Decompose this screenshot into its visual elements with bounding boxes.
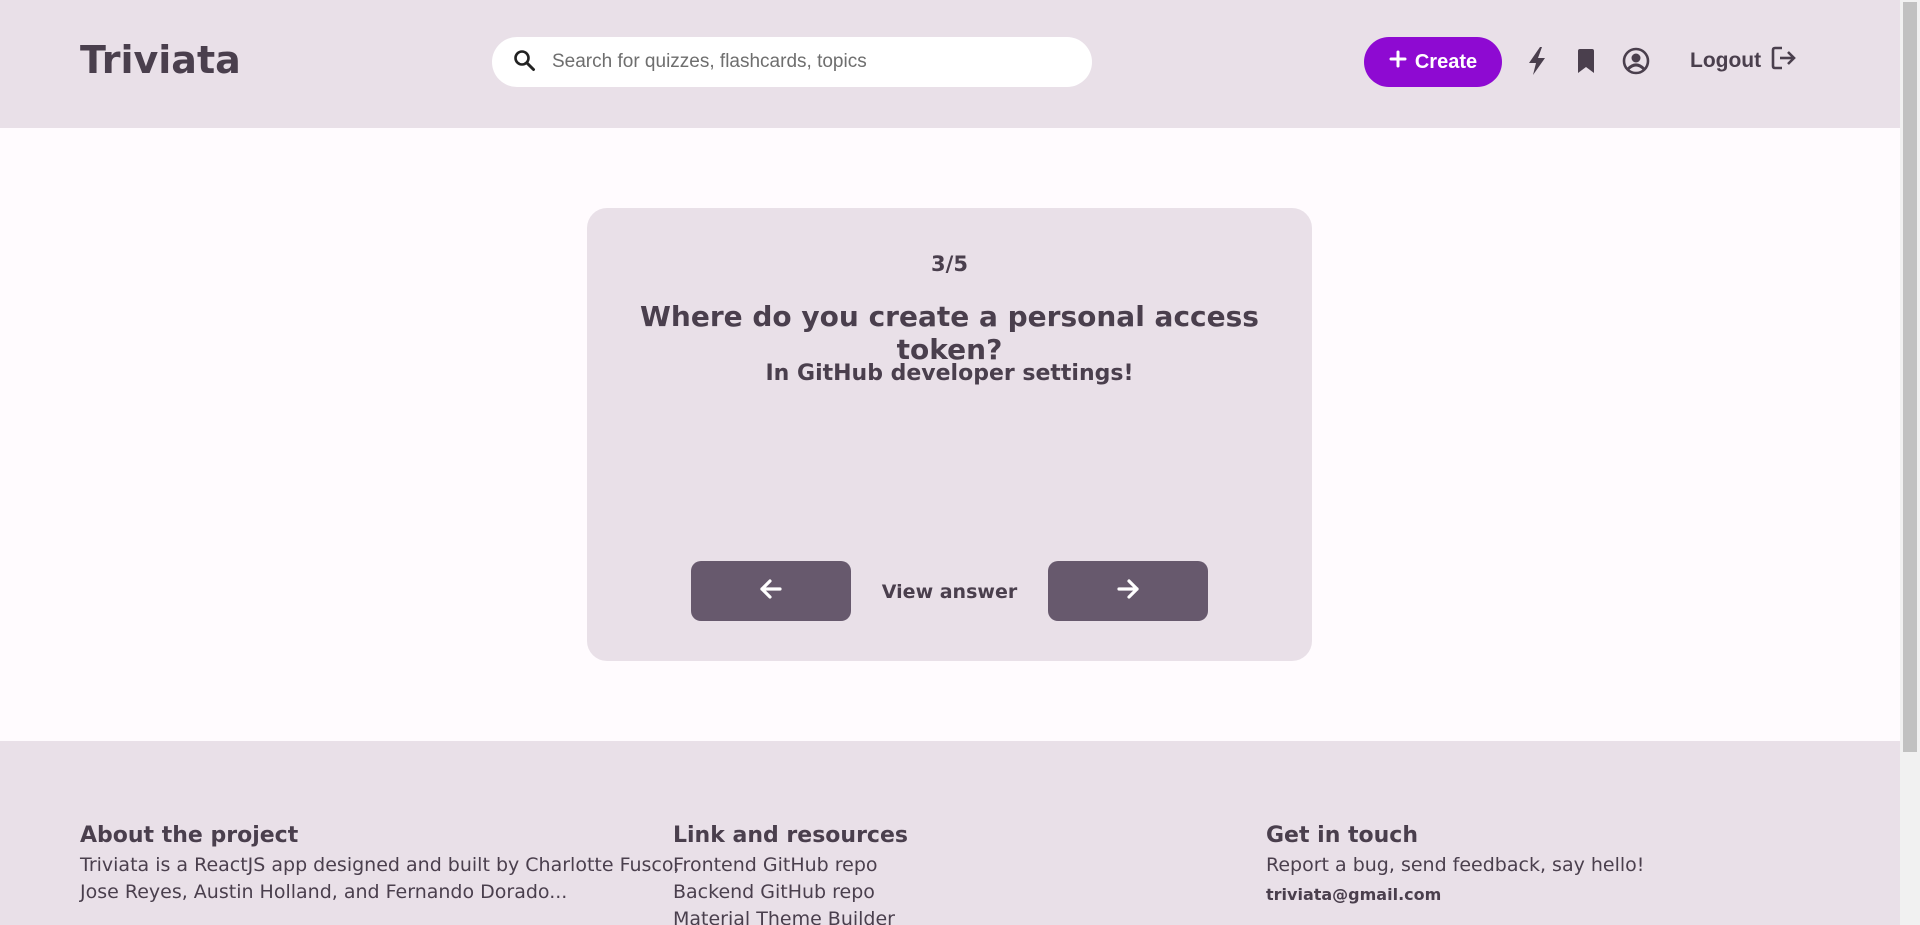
search-icon [512,48,536,77]
footer-links-title: Link and resources [673,823,908,848]
previous-card-button[interactable] [691,561,851,621]
app-logo[interactable]: Triviata [80,38,241,82]
scrollbar-thumb[interactable] [1903,2,1917,752]
footer-about-text-line1: Triviata is a ReactJS app designed and b… [80,854,680,876]
card-counter: 3/5 [931,252,968,276]
bookmark-icon[interactable] [1571,44,1601,78]
page-scrollbar[interactable] [1900,0,1920,925]
footer: About the project Triviata is a ReactJS … [0,741,1900,925]
search-bar[interactable] [492,37,1092,87]
next-card-button[interactable] [1048,561,1208,621]
footer-about-text-line2: Jose Reyes, Austin Holland, and Fernando… [80,881,568,903]
footer-contact-text: Report a bug, send feedback, say hello! [1266,854,1645,876]
page: Triviata Create [0,0,1900,925]
flashcard-question: Where do you create a personal access to… [640,300,1259,366]
logout-icon [1771,45,1797,77]
flashcard: 3/5 Where do you create a personal acces… [587,208,1312,661]
footer-about-title: About the project [80,823,299,848]
arrow-left-icon [759,578,783,605]
footer-contact-email[interactable]: triviata@gmail.com [1266,881,1644,908]
arrow-right-icon [1116,578,1140,605]
view-answer-button[interactable]: View answer [877,581,1022,603]
create-label: Create [1414,50,1478,73]
logout-label: Logout [1690,49,1762,72]
footer-links: Link and resources Frontend GitHub repo … [673,823,908,925]
create-button[interactable]: Create [1364,37,1502,87]
lightning-icon[interactable] [1522,44,1552,78]
footer-link-material-theme-builder[interactable]: Material Theme Builder [673,906,908,925]
footer-about: About the project Triviata is a ReactJS … [80,823,680,906]
footer-contact-title: Get in touch [1266,823,1419,848]
footer-contact: Get in touch Report a bug, send feedback… [1266,823,1644,908]
search-input[interactable] [550,50,1074,74]
footer-link-backend[interactable]: Backend GitHub repo [673,879,908,906]
footer-link-frontend[interactable]: Frontend GitHub repo [673,852,908,879]
plus-icon [1389,50,1407,74]
top-app-bar: Triviata Create [0,0,1900,128]
account-circle-icon[interactable] [1621,44,1651,78]
logout-button[interactable]: Logout [1690,44,1797,78]
flashcard-answer: In GitHub developer settings! [765,361,1134,386]
